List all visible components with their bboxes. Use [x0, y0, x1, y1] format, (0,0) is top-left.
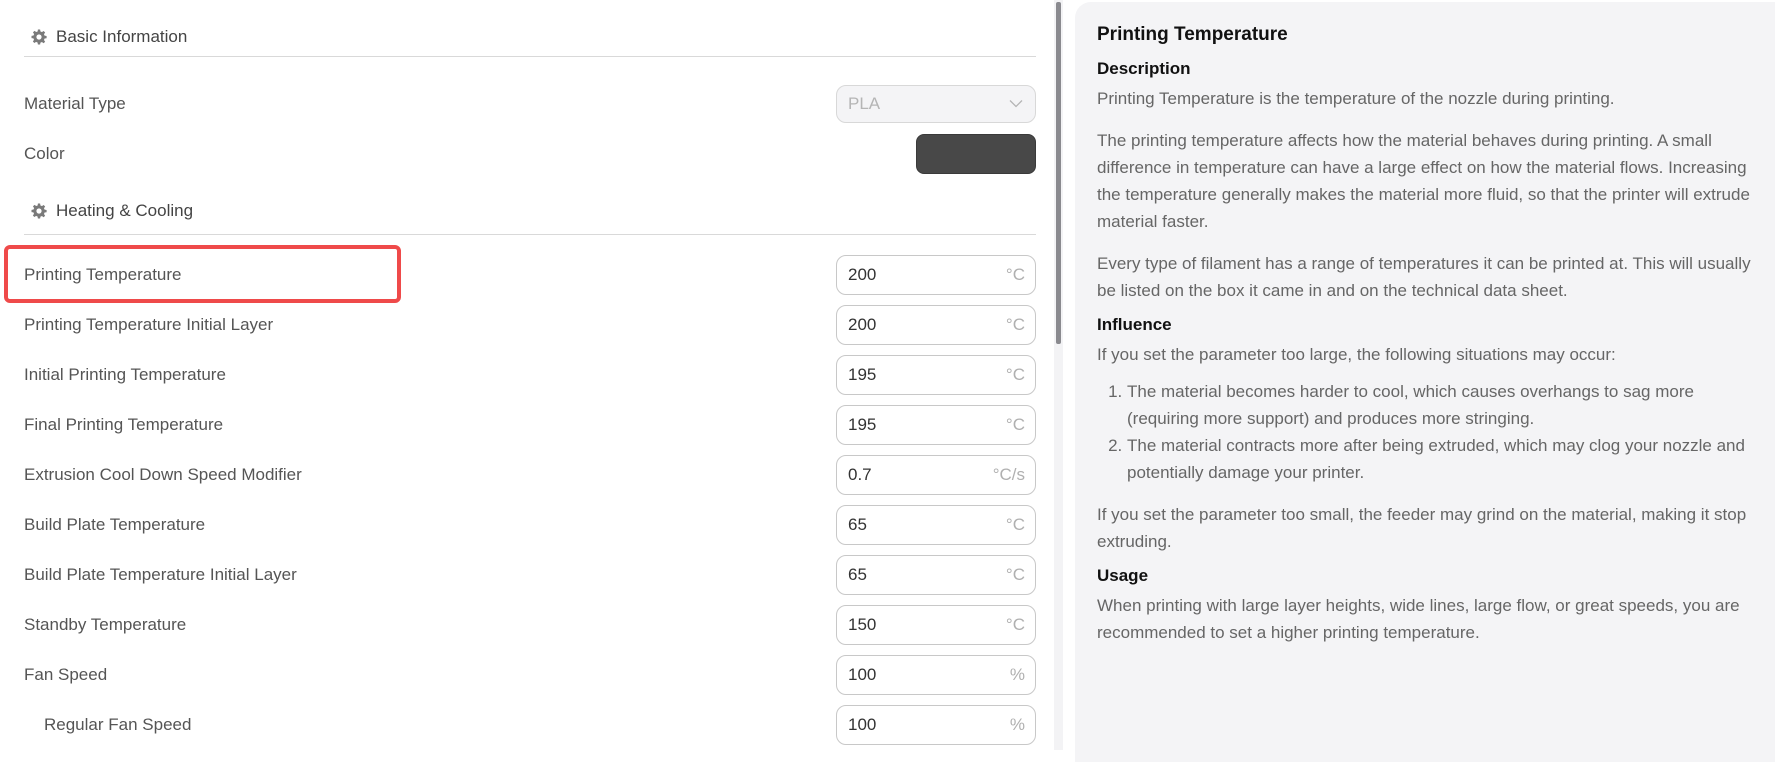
setting-label: Fan Speed — [24, 665, 108, 684]
section-basic-information[interactable]: Basic Information — [24, 17, 1036, 57]
setting-value: 65 — [848, 565, 867, 584]
setting-value: 100 — [848, 715, 877, 734]
setting-row[interactable]: Extrusion Cool Down Speed Modifier 0.7 °… — [24, 455, 1036, 495]
color-row: Color — [24, 134, 1036, 174]
section-title: Basic Information — [56, 26, 188, 46]
usage-heading: Usage — [1097, 566, 1149, 585]
setting-input[interactable]: 65 °C — [836, 505, 1036, 545]
setting-input[interactable]: 195 °C — [836, 405, 1036, 445]
material-type-row: Material Type PLA — [24, 84, 1036, 124]
setting-unit: °C — [1005, 265, 1025, 284]
gear-icon — [31, 203, 47, 219]
influence-list-item: The material becomes harder to cool, whi… — [1127, 378, 1755, 432]
section-title: Heating & Cooling — [56, 201, 194, 220]
setting-row[interactable]: Final Printing Temperature 195 °C — [24, 405, 1036, 445]
setting-input[interactable]: 0.7 °C/s — [836, 455, 1036, 495]
setting-row[interactable]: Fan Speed 100 % — [24, 655, 1036, 695]
chevron-down-icon — [1009, 95, 1023, 113]
setting-row[interactable]: Printing Temperature Initial Layer 200 °… — [24, 305, 1036, 345]
setting-value: 65 — [848, 515, 867, 534]
setting-label: Printing Temperature — [24, 265, 182, 284]
scrollbar-thumb[interactable] — [1056, 2, 1061, 344]
setting-row[interactable]: Initial Printing Temperature 195 °C — [24, 355, 1036, 395]
help-title: Printing Temperature — [1097, 24, 1288, 45]
influence-list: The material becomes harder to cool, whi… — [1097, 378, 1755, 486]
usage-paragraph: When printing with large layer heights, … — [1097, 596, 1740, 642]
setting-label: Build Plate Temperature Initial Layer — [24, 565, 297, 584]
setting-input[interactable]: 150 °C — [836, 605, 1036, 645]
setting-input[interactable]: 200 °C — [836, 255, 1036, 295]
gear-icon — [31, 29, 47, 45]
setting-value: 150 — [848, 615, 877, 634]
description-paragraph: The printing temperature affects how the… — [1097, 131, 1750, 231]
influence-small: If you set the parameter too small, the … — [1097, 505, 1747, 551]
setting-value: 100 — [848, 665, 877, 684]
setting-row[interactable]: Build Plate Temperature Initial Layer 65… — [24, 555, 1036, 595]
setting-value: 200 — [848, 315, 877, 334]
color-swatch[interactable] — [916, 134, 1036, 174]
influence-heading: Influence — [1097, 315, 1172, 334]
setting-value: 200 — [848, 265, 877, 284]
setting-label: Standby Temperature — [24, 615, 187, 634]
setting-input[interactable]: 200 °C — [836, 305, 1036, 345]
setting-unit: °C — [1005, 415, 1025, 434]
material-type-label: Material Type — [24, 94, 126, 113]
setting-input[interactable]: 65 °C — [836, 555, 1036, 595]
settings-list: Basic Information Material Type PLA Colo… — [0, 0, 1050, 750]
setting-unit: % — [1009, 715, 1025, 734]
setting-unit: °C — [1005, 315, 1025, 334]
material-type-select[interactable]: PLA — [836, 85, 1036, 123]
setting-input[interactable]: 195 °C — [836, 355, 1036, 395]
setting-unit: °C — [1005, 515, 1025, 534]
setting-input[interactable]: 100 % — [836, 705, 1036, 745]
setting-unit: °C — [1005, 615, 1025, 634]
influence-intro: If you set the parameter too large, the … — [1097, 345, 1616, 364]
setting-value: 0.7 — [848, 465, 872, 484]
description-paragraph: Every type of filament has a range of te… — [1097, 254, 1751, 300]
setting-label: Final Printing Temperature — [24, 415, 224, 434]
setting-input[interactable]: 100 % — [836, 655, 1036, 695]
setting-unit: % — [1009, 665, 1025, 684]
help-panel: Printing Temperature Description Printin… — [1075, 2, 1775, 762]
setting-unit: °C — [1005, 565, 1025, 584]
setting-row[interactable]: Standby Temperature 150 °C — [24, 605, 1036, 645]
section-heating-cooling[interactable]: Heating & Cooling — [24, 188, 1036, 235]
setting-row[interactable]: Regular Fan Speed 100 % — [24, 705, 1036, 745]
setting-row[interactable]: Build Plate Temperature 65 °C — [24, 505, 1036, 545]
setting-unit: °C/s — [992, 465, 1025, 484]
setting-label: Printing Temperature Initial Layer — [24, 315, 274, 334]
influence-list-item: The material contracts more after being … — [1127, 432, 1755, 486]
setting-value: 195 — [848, 415, 877, 434]
setting-label: Extrusion Cool Down Speed Modifier — [24, 465, 302, 484]
setting-row[interactable]: Printing Temperature 200 °C — [24, 255, 1036, 295]
description-paragraph: Printing Temperature is the temperature … — [1097, 89, 1615, 108]
setting-label: Build Plate Temperature — [24, 515, 206, 534]
setting-value: 195 — [848, 365, 877, 384]
color-label: Color — [24, 144, 65, 163]
setting-label: Initial Printing Temperature — [24, 365, 226, 384]
setting-unit: °C — [1005, 365, 1025, 384]
setting-label: Regular Fan Speed — [44, 715, 192, 734]
material-type-value: PLA — [848, 94, 881, 113]
description-heading: Description — [1097, 59, 1191, 78]
